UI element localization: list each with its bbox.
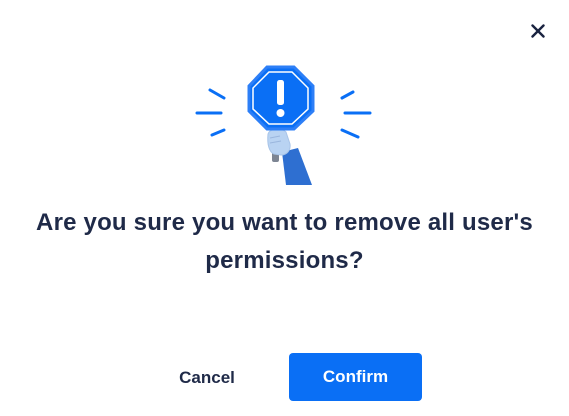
confirmation-dialog: Are you sure you want to remove all user… xyxy=(0,0,569,416)
close-button[interactable] xyxy=(527,20,549,42)
confirmation-message: Are you sure you want to remove all user… xyxy=(0,204,569,280)
warning-sign-illustration xyxy=(195,65,372,185)
close-icon[interactable] xyxy=(531,24,545,38)
cancel-button[interactable]: Cancel xyxy=(158,356,256,400)
message-line-2: permissions? xyxy=(205,247,364,274)
confirm-button[interactable]: Confirm xyxy=(289,353,422,401)
message-line-1: Are you sure you want to remove all user… xyxy=(36,209,533,236)
